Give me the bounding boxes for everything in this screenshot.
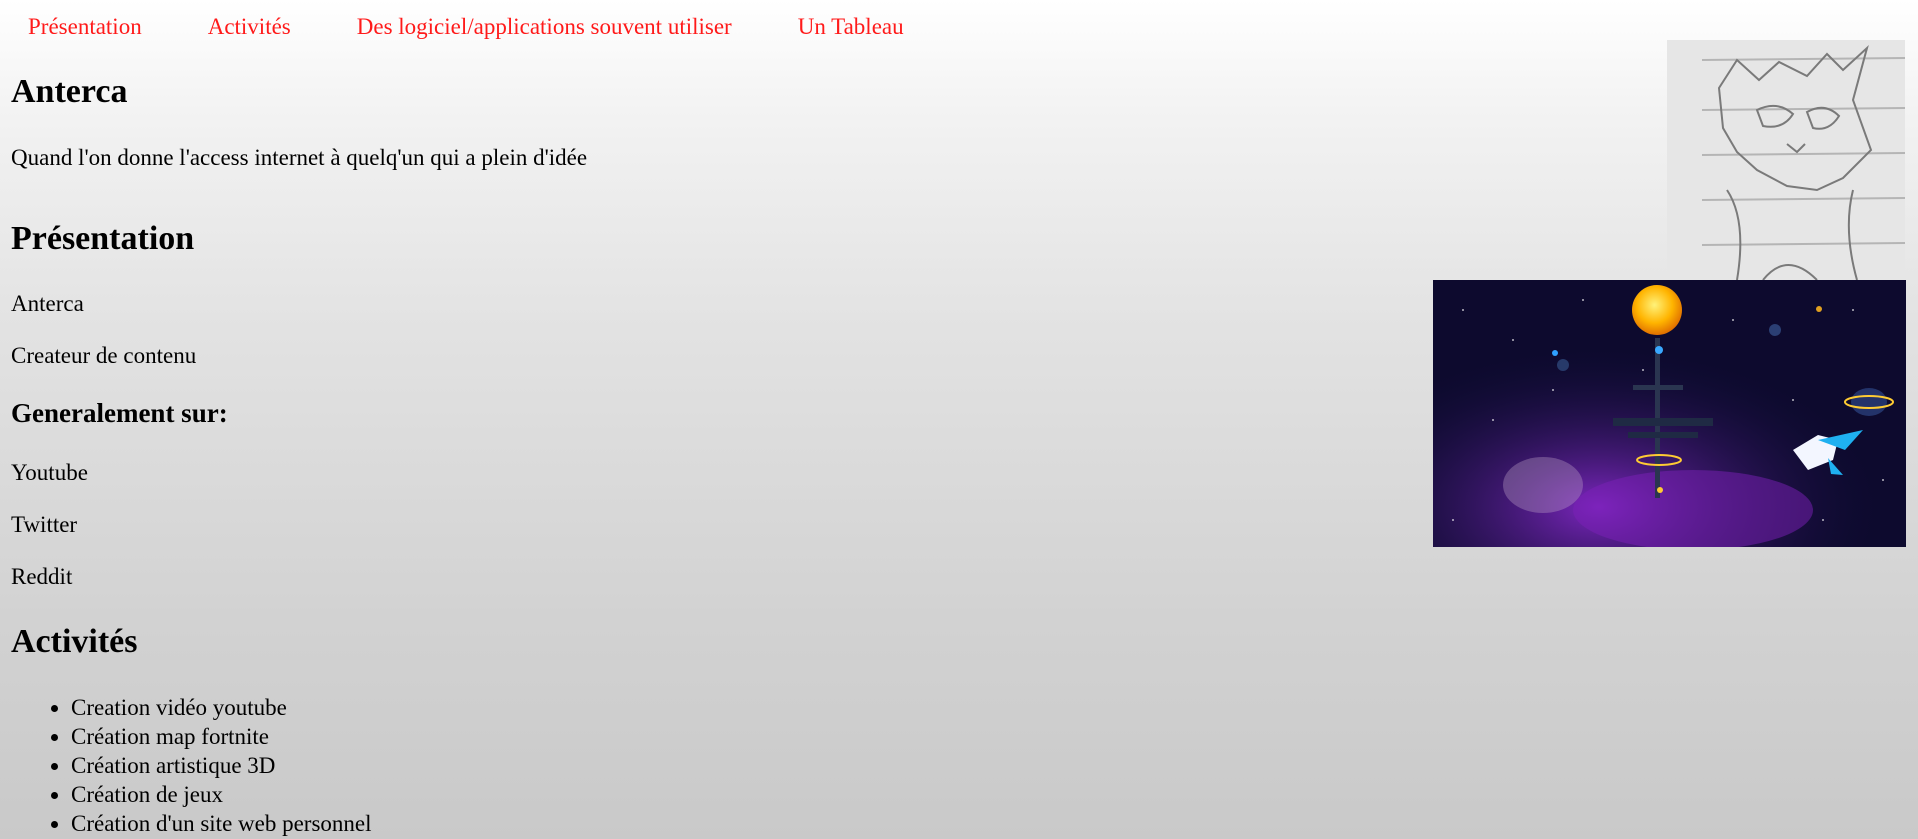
top-navigation: Présentation Activités Des logiciel/appl… xyxy=(22,10,964,44)
page-title: Anterca xyxy=(11,73,128,110)
platform-reddit: Reddit xyxy=(11,564,73,589)
list-item: Création artistique 3D xyxy=(71,751,372,780)
activites-heading: Activités xyxy=(11,623,138,660)
list-item: Création map fortnite xyxy=(71,722,372,751)
sketch-drawing-image xyxy=(1667,40,1905,280)
presentation-heading: Présentation xyxy=(11,220,195,257)
page-tagline: Quand l'on donne l'access internet à que… xyxy=(11,145,588,170)
presentation-role: Createur de contenu xyxy=(11,343,197,368)
list-item: Création d'un site web personnel xyxy=(71,809,372,838)
activites-list: Creation vidéo youtube Création map fort… xyxy=(11,693,372,838)
platform-youtube: Youtube xyxy=(11,460,88,485)
nav-link-tableau[interactable]: Un Tableau xyxy=(792,14,910,40)
space-scene-image xyxy=(1433,280,1906,547)
presentation-name: Anterca xyxy=(11,291,84,316)
list-item: Creation vidéo youtube xyxy=(71,693,372,722)
platforms-heading: Generalement sur: xyxy=(11,398,228,428)
platform-twitter: Twitter xyxy=(11,512,78,537)
list-item: Création de jeux xyxy=(71,780,372,809)
nav-link-logiciels[interactable]: Des logiciel/applications souvent utilis… xyxy=(351,14,738,40)
nav-link-activites[interactable]: Activités xyxy=(202,14,297,40)
nav-link-presentation[interactable]: Présentation xyxy=(22,14,148,40)
